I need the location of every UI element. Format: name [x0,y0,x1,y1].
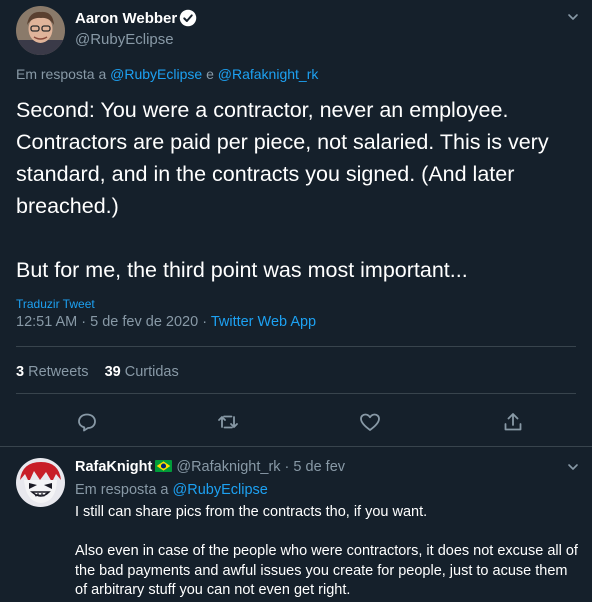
tweet-thread: Aaron Webber @RubyEclipse Em resposta a … [0,0,592,602]
retweet-icon [218,415,238,429]
chevron-down-icon[interactable] [566,10,580,24]
reply-button[interactable] [75,410,99,434]
reply-replying-to-link[interactable]: @RubyEclipse [173,482,268,498]
reply-author-avatar[interactable] [16,458,65,507]
retweets-label: Retweets [24,364,89,380]
replying-prefix: Em resposta a [16,66,111,82]
chevron-down-icon[interactable] [566,460,580,474]
reply-date[interactable]: 5 de fev [293,459,345,475]
reply-paragraph-1: I still can share pics from the contract… [75,504,428,520]
like-icon [360,413,380,431]
likes-count: 39 [104,364,121,380]
share-button[interactable] [501,410,525,434]
replying-to: Em resposta a @RubyEclipse e @Rafaknight… [16,66,318,82]
retweet-button[interactable] [216,410,240,434]
divider [16,346,576,347]
tweet-paragraph-2: But for me, the third point was most imp… [16,258,468,282]
separator-dot: · [280,459,294,475]
retweets-count: 3 [16,364,25,380]
author-handle[interactable]: @RubyEclipse [75,31,174,48]
tweet-text: Second: You were a contractor, never an … [16,94,576,286]
replying-to-link-2[interactable]: @Rafaknight_rk [218,66,319,82]
tweet-paragraph-1: Second: You were a contractor, never an … [16,98,549,218]
tweet-metadata: 12:51 AM · 5 de fev de 2020 · Twitter We… [16,314,316,330]
likes-stat[interactable]: 39 Curtidas [105,364,179,380]
reply-header: RafaKnight @Rafaknight_rk · 5 de fev [75,459,345,475]
like-button[interactable] [358,410,382,434]
replying-to-link-1[interactable]: @RubyEclipse [110,66,202,82]
reply-replying-to: Em resposta a @RubyEclipse [75,482,268,498]
tweet-timestamp[interactable]: 12:51 AM · 5 de fev de 2020 · [16,314,211,330]
reply-icon [78,413,96,432]
main-tweet: Aaron Webber @RubyEclipse Em resposta a … [0,0,592,447]
author-avatar[interactable] [16,6,65,55]
tweet-stats: 3 Retweets 39 Curtidas [16,364,179,380]
divider [16,393,576,394]
reply-tweet[interactable]: RafaKnight @Rafaknight_rk · 5 de fev Em r… [0,448,592,602]
reply-text: I still can share pics from the contract… [75,503,580,601]
tweet-source-link[interactable]: Twitter Web App [211,314,316,330]
reply-paragraph-2: Also even in case of the people who were… [75,543,578,598]
translate-tweet-link[interactable]: Traduzir Tweet [16,297,95,311]
reply-replying-prefix: Em resposta a [75,482,173,498]
share-icon [504,413,522,431]
reply-author-name[interactable]: RafaKnight [75,459,152,475]
retweets-stat[interactable]: 3 Retweets [16,364,89,380]
likes-label: Curtidas [120,364,179,380]
author-name[interactable]: Aaron Webber [75,10,177,27]
reply-author-handle[interactable]: @Rafaknight_rk [176,459,280,475]
brazil-flag-icon [155,460,173,472]
verified-badge-icon [179,9,197,27]
replying-joiner: e [202,66,218,82]
